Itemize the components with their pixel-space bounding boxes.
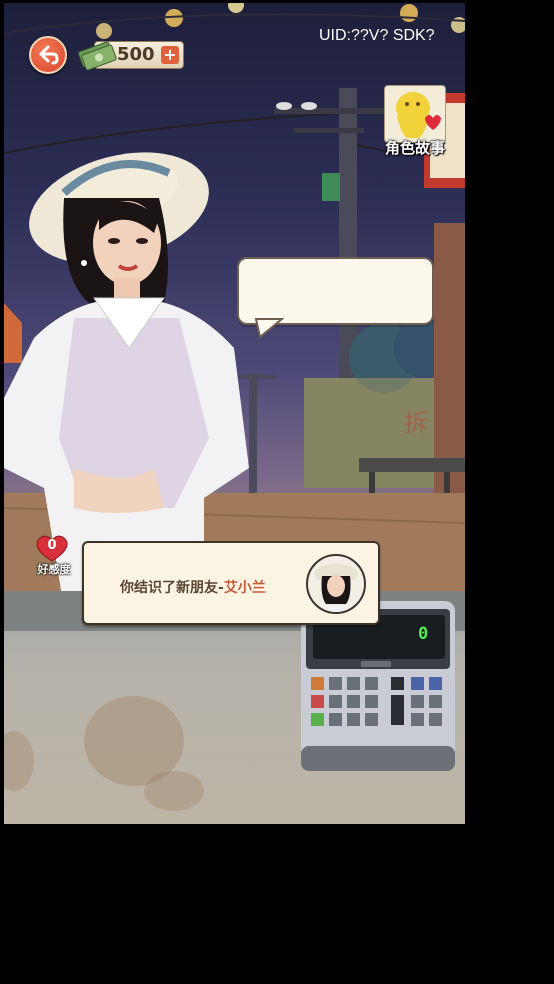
affection-value: 0: [47, 538, 57, 553]
friend-name: 艾小兰: [223, 580, 266, 596]
story-frame: [384, 85, 446, 143]
dialog-message: 你结识了新朋友-艾小兰: [120, 577, 266, 597]
add-money-button[interactable]: +: [161, 46, 179, 64]
dialog-message-text: 你结识了新朋友-: [120, 580, 224, 596]
friend-avatar: [306, 554, 366, 614]
money-value: 500: [117, 44, 155, 65]
back-arrow-icon: [39, 45, 59, 65]
speech-bubble-tail: [254, 318, 284, 339]
register-display-value: 0: [418, 624, 429, 644]
affection-label: 好感度: [37, 563, 71, 576]
character-story-button[interactable]: 角色故事: [384, 85, 446, 157]
avatar-portrait-icon: [314, 564, 358, 612]
dialog-box[interactable]: 你结识了新朋友-艾小兰: [82, 541, 380, 625]
affection-meter: 0 好感度: [34, 535, 74, 581]
uid-label: UID:??V? SDK?: [319, 27, 435, 44]
cash-stack-icon: [78, 41, 117, 71]
character-heart-icon: [396, 92, 441, 138]
svg-text:拆: 拆: [404, 409, 428, 437]
back-button[interactable]: [29, 36, 67, 74]
story-label: 角色故事: [384, 139, 445, 157]
speech-bubble: [237, 257, 434, 325]
